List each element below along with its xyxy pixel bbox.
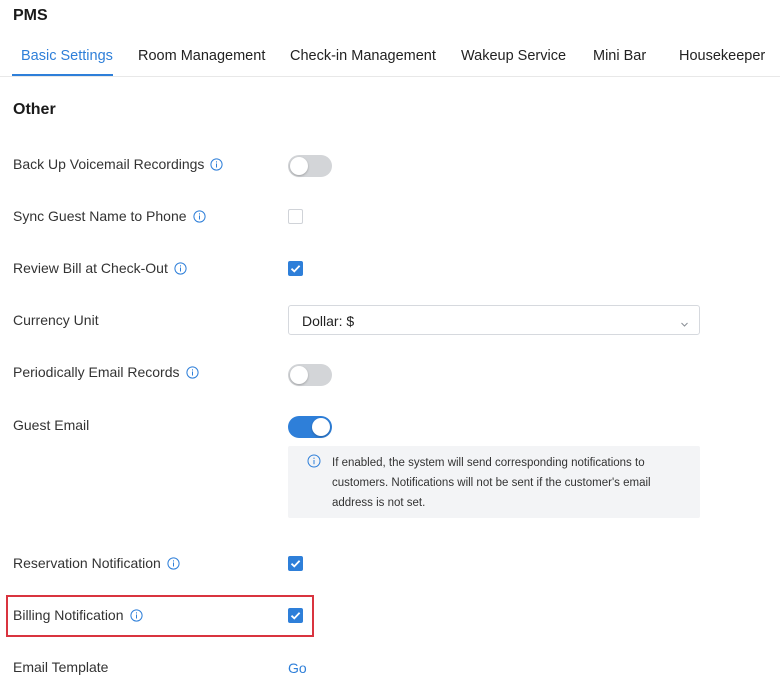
currency-unit-select[interactable]: Dollar: $ bbox=[288, 305, 700, 335]
backup-voicemail-label: Back Up Voicemail Recordings bbox=[13, 156, 224, 172]
backup-voicemail-label-text: Back Up Voicemail Recordings bbox=[13, 156, 205, 172]
toggle-knob bbox=[290, 366, 308, 384]
sync-guest-name-label-text: Sync Guest Name to Phone bbox=[13, 208, 187, 224]
tab-basic-settings[interactable]: Basic Settings bbox=[21, 48, 113, 64]
chevron-down-icon bbox=[680, 316, 689, 334]
review-bill-label-text: Review Bill at Check-Out bbox=[13, 260, 168, 276]
app-title: PMS bbox=[13, 7, 48, 24]
checkmark-icon bbox=[290, 560, 301, 568]
periodic-email-label-text: Periodically Email Records bbox=[13, 364, 180, 380]
currency-unit-label: Currency Unit bbox=[13, 312, 99, 328]
periodic-email-toggle[interactable] bbox=[288, 364, 332, 386]
guest-email-info-box: If enabled, the system will send corresp… bbox=[288, 446, 700, 518]
backup-voicemail-toggle[interactable] bbox=[288, 155, 332, 177]
guest-email-label-text: Guest Email bbox=[13, 417, 90, 433]
active-tab-indicator bbox=[12, 74, 113, 76]
billing-notification-label-text: Billing Notification bbox=[13, 607, 124, 623]
reservation-notification-checkbox[interactable] bbox=[288, 556, 303, 571]
reservation-notification-label: Reservation Notification bbox=[13, 555, 180, 571]
info-icon bbox=[307, 454, 321, 473]
billing-notification-checkbox[interactable] bbox=[288, 608, 303, 623]
currency-unit-label-text: Currency Unit bbox=[13, 312, 99, 328]
info-icon[interactable] bbox=[167, 556, 180, 570]
sync-guest-name-checkbox[interactable] bbox=[288, 209, 303, 224]
info-icon[interactable] bbox=[192, 209, 206, 223]
currency-unit-value: Dollar: $ bbox=[302, 313, 355, 329]
email-template-go-link[interactable]: Go bbox=[288, 660, 307, 676]
tab-bar: Basic Settings Room Management Check-in … bbox=[0, 44, 780, 77]
toggle-knob bbox=[312, 418, 330, 436]
checkmark-icon bbox=[290, 265, 301, 273]
email-template-label-text: Email Template bbox=[13, 659, 109, 675]
tab-wakeup-service[interactable]: Wakeup Service bbox=[461, 48, 566, 64]
billing-notification-label: Billing Notification bbox=[13, 607, 143, 623]
email-template-label: Email Template bbox=[13, 659, 108, 675]
sync-guest-name-label: Sync Guest Name to Phone bbox=[13, 208, 206, 224]
tab-housekeeper[interactable]: Housekeeper bbox=[679, 48, 765, 64]
guest-email-info-text: If enabled, the system will send corresp… bbox=[332, 457, 651, 509]
toggle-knob bbox=[290, 157, 308, 175]
info-icon[interactable] bbox=[174, 261, 187, 275]
reservation-notification-label-text: Reservation Notification bbox=[13, 555, 161, 571]
tab-check-in-management[interactable]: Check-in Management bbox=[290, 48, 436, 64]
info-icon[interactable] bbox=[185, 365, 199, 379]
info-icon[interactable] bbox=[129, 608, 143, 622]
guest-email-toggle[interactable] bbox=[288, 416, 332, 438]
periodic-email-label: Periodically Email Records bbox=[13, 364, 199, 380]
review-bill-checkbox[interactable] bbox=[288, 261, 303, 276]
checkmark-icon bbox=[290, 612, 301, 620]
tab-mini-bar[interactable]: Mini Bar bbox=[593, 48, 646, 64]
section-title: Other bbox=[13, 101, 56, 118]
info-icon[interactable] bbox=[210, 157, 224, 171]
tab-room-management[interactable]: Room Management bbox=[138, 48, 265, 64]
review-bill-label: Review Bill at Check-Out bbox=[13, 260, 187, 276]
guest-email-label: Guest Email bbox=[13, 417, 89, 433]
